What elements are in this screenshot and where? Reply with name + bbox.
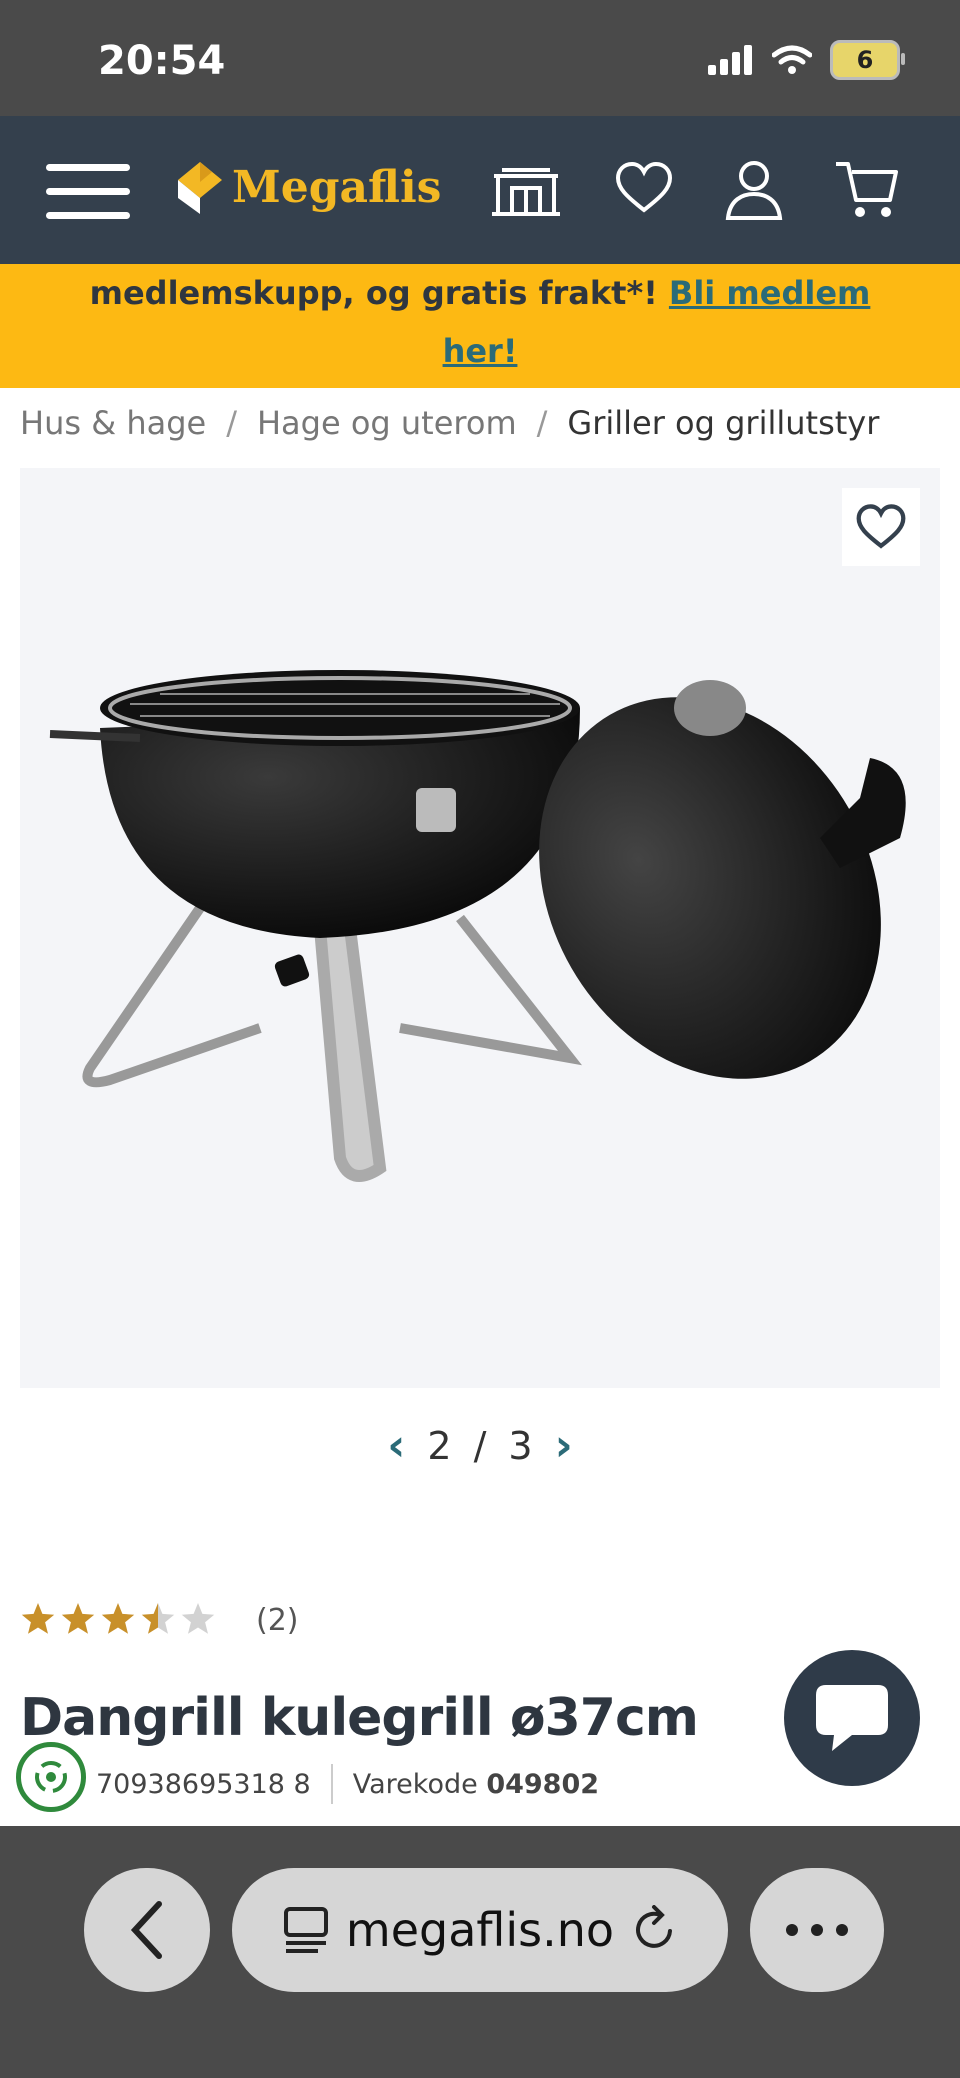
store-icon[interactable] bbox=[488, 156, 564, 222]
browser-more-button[interactable] bbox=[750, 1868, 884, 1992]
product-image-gallery[interactable] bbox=[20, 468, 940, 1388]
breadcrumb: Hus & hage / Hage og uterom / Griller og gri… bbox=[20, 404, 879, 442]
pager-separator: / bbox=[473, 1423, 487, 1468]
chevron-left-icon[interactable]: ‹ bbox=[387, 1420, 405, 1471]
recycle-icon bbox=[35, 1761, 67, 1793]
product-image bbox=[49, 670, 906, 1182]
reader-icon bbox=[283, 1907, 328, 1953]
product-codes: 70938695318 8 Varekode 049802 bbox=[96, 1764, 599, 1804]
ean-number: 70938695318 8 bbox=[96, 1768, 311, 1800]
membership-promo-banner: medlemskupp, og gratis frakt*! Bli medle… bbox=[0, 264, 960, 388]
wishlist-heart-icon[interactable] bbox=[614, 156, 674, 222]
browser-toolbar: megaflis.no bbox=[0, 1826, 960, 2078]
more-options-icon bbox=[786, 1924, 848, 1936]
product-title: Dangrill kulegrill ø37cm bbox=[20, 1688, 699, 1748]
status-bar: 20:54 6 bbox=[0, 0, 960, 116]
site-header: Megaflis bbox=[0, 116, 960, 264]
site-logo[interactable]: Megaflis bbox=[176, 154, 441, 220]
image-pager: ‹ 2 / 3 › bbox=[0, 1420, 960, 1471]
chevron-left-icon bbox=[130, 1901, 162, 1959]
product-rating[interactable]: (2) bbox=[20, 1600, 299, 1640]
eco-badge-icon[interactable] bbox=[16, 1742, 86, 1812]
breadcrumb-separator: / bbox=[226, 404, 237, 442]
become-member-link-cont[interactable]: her! bbox=[443, 332, 518, 370]
signal-icon bbox=[708, 45, 752, 75]
become-member-link[interactable]: Bli medlem bbox=[669, 274, 870, 312]
reload-icon[interactable] bbox=[630, 1905, 678, 1955]
breadcrumb-separator: / bbox=[536, 404, 548, 442]
star-icon bbox=[181, 1603, 215, 1634]
star-icon bbox=[101, 1603, 135, 1634]
breadcrumb-item-hus-hage[interactable]: Hus & hage bbox=[20, 404, 206, 442]
star-icon bbox=[21, 1603, 55, 1634]
star-icon bbox=[61, 1603, 95, 1634]
chat-button[interactable] bbox=[784, 1650, 920, 1786]
divider bbox=[330, 1764, 333, 1804]
status-icons: 6 bbox=[708, 40, 905, 80]
review-count: (2) bbox=[256, 1602, 299, 1638]
logo-mark-icon bbox=[178, 162, 222, 214]
item-code-label: Varekode bbox=[352, 1768, 478, 1800]
chevron-right-icon[interactable]: › bbox=[555, 1420, 573, 1471]
address-bar[interactable]: megaflis.no bbox=[232, 1868, 728, 1992]
cart-icon[interactable] bbox=[834, 156, 900, 222]
promo-text: medlemskupp, og gratis frakt*! bbox=[89, 274, 669, 312]
star-icon bbox=[141, 1603, 175, 1634]
breadcrumb-item-hage-uterom[interactable]: Hage og uterom bbox=[257, 404, 517, 442]
chat-bubble-icon bbox=[816, 1685, 888, 1751]
heart-icon bbox=[856, 504, 906, 549]
favorite-button[interactable] bbox=[842, 488, 920, 566]
wifi-icon bbox=[772, 45, 812, 74]
menu-icon[interactable] bbox=[46, 160, 130, 222]
battery-indicator: 6 bbox=[830, 40, 905, 80]
item-code: 049802 bbox=[486, 1768, 600, 1800]
status-time: 20:54 bbox=[98, 38, 226, 84]
pager-total: 3 bbox=[508, 1423, 533, 1468]
header-actions bbox=[488, 156, 900, 222]
rating-stars bbox=[21, 1603, 215, 1634]
account-icon[interactable] bbox=[724, 156, 784, 222]
url-text: megaflis.no bbox=[345, 1903, 615, 1957]
logo-text: Megaflis bbox=[232, 161, 442, 213]
breadcrumb-item-griller[interactable]: Griller og grillutstyr bbox=[567, 404, 879, 442]
pager-current: 2 bbox=[427, 1423, 452, 1468]
browser-back-button[interactable] bbox=[84, 1868, 210, 1992]
